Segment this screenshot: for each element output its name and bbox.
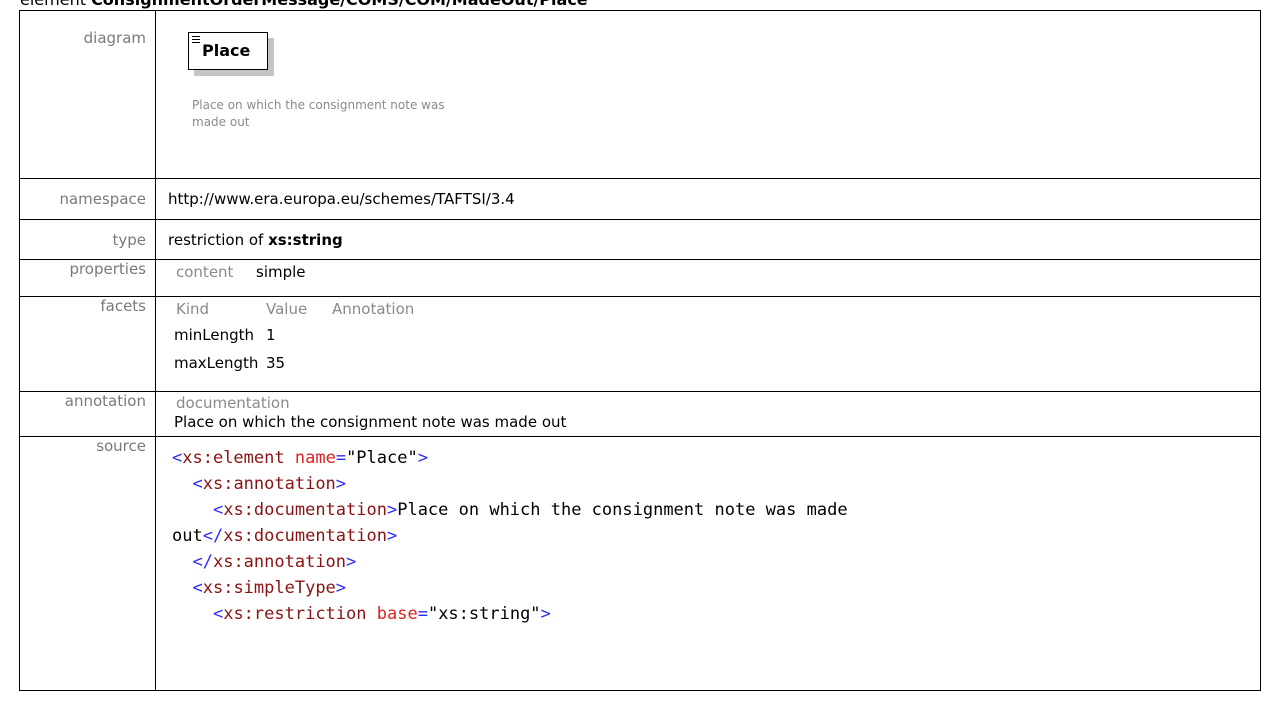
source-code: <xs:element name="Place"> <xs:annotation… [168, 437, 1260, 627]
source-line: <xs:simpleType> [192, 578, 347, 598]
element-doc-table: diagram Place Place on which the consign… [19, 10, 1261, 691]
properties-label: properties [19, 259, 156, 297]
type-prefix: restriction of [168, 230, 269, 249]
annotation-cell: documentation Place on which the consign… [155, 391, 1261, 437]
diagram-label: diagram [19, 10, 156, 179]
type-value: restriction of xs:string [155, 219, 1261, 260]
title-path: ConsignmentOrderMessage/COMS/COM/MadeOut… [91, 0, 588, 9]
facets-label: facets [19, 296, 156, 392]
facet-value: 35 [266, 354, 286, 372]
facet-value: 1 [266, 326, 276, 344]
facet-kind: maxLength [174, 354, 259, 372]
element-box[interactable]: Place [188, 32, 268, 70]
type-row: type restriction of xs:string [19, 219, 1261, 260]
element-documentation: Place on which the consignment note was … [192, 98, 445, 129]
title-prefix: element [20, 0, 91, 9]
table-row: minLength 1 [168, 318, 1260, 346]
element-name: Place [202, 41, 251, 60]
properties-cell: content simple [155, 259, 1261, 297]
facets-header-value: Value [266, 300, 308, 318]
facets-table: Kind Value Annotation minLength 1 maxLength… [168, 297, 1260, 374]
source-line: <xs:element name="Place"> [172, 448, 428, 468]
property-key: content [176, 263, 234, 281]
source-row: source <xs:element name="Place"> <xs:ann… [19, 436, 1261, 691]
source-line: <xs:documentation>Place on which the con… [212, 500, 848, 520]
facets-row: facets Kind Value Annotation minLength 1 ma… [19, 296, 1261, 392]
properties-row: properties content simple [19, 259, 1261, 297]
source-line: <xs:restriction base="xs:string"> [212, 604, 551, 624]
annotation-label: annotation [19, 391, 156, 437]
table-row: maxLength 35 [168, 346, 1260, 374]
source-cell: <xs:element name="Place"> <xs:annotation… [155, 436, 1261, 691]
type-base-link[interactable]: xs:string [268, 231, 343, 249]
documentation-lines-icon [192, 36, 200, 45]
namespace-label: namespace [19, 178, 156, 220]
namespace-value: http://www.era.europa.eu/schemes/TAFTSI/… [155, 178, 1261, 220]
facets-header: Kind Value Annotation [168, 300, 1260, 318]
source-label: source [19, 436, 156, 691]
schema-diagram: Place Place on which the consignment not… [168, 11, 1260, 171]
facets-cell: Kind Value Annotation minLength 1 maxLength… [155, 296, 1261, 392]
facets-header-kind: Kind [176, 300, 210, 318]
source-line: <xs:annotation> [192, 474, 347, 494]
annotation-row: annotation documentation Place on which … [19, 391, 1261, 437]
namespace-row: namespace http://www.era.europa.eu/schem… [19, 178, 1261, 220]
diagram-cell: Place Place on which the consignment not… [155, 10, 1261, 179]
facets-header-annotation: Annotation [332, 300, 415, 318]
annotation-heading: documentation [176, 394, 290, 412]
type-label: type [19, 219, 156, 260]
source-line: </xs:annotation> [192, 552, 357, 572]
source-line: out</xs:documentation> [172, 526, 398, 546]
diagram-row: diagram Place Place on which the consign… [19, 10, 1261, 179]
annotation-text: Place on which the consignment note was … [174, 413, 567, 431]
property-value: simple [256, 263, 306, 281]
page-title: element ConsignmentOrderMessage/COMS/COM… [0, 0, 1280, 10]
